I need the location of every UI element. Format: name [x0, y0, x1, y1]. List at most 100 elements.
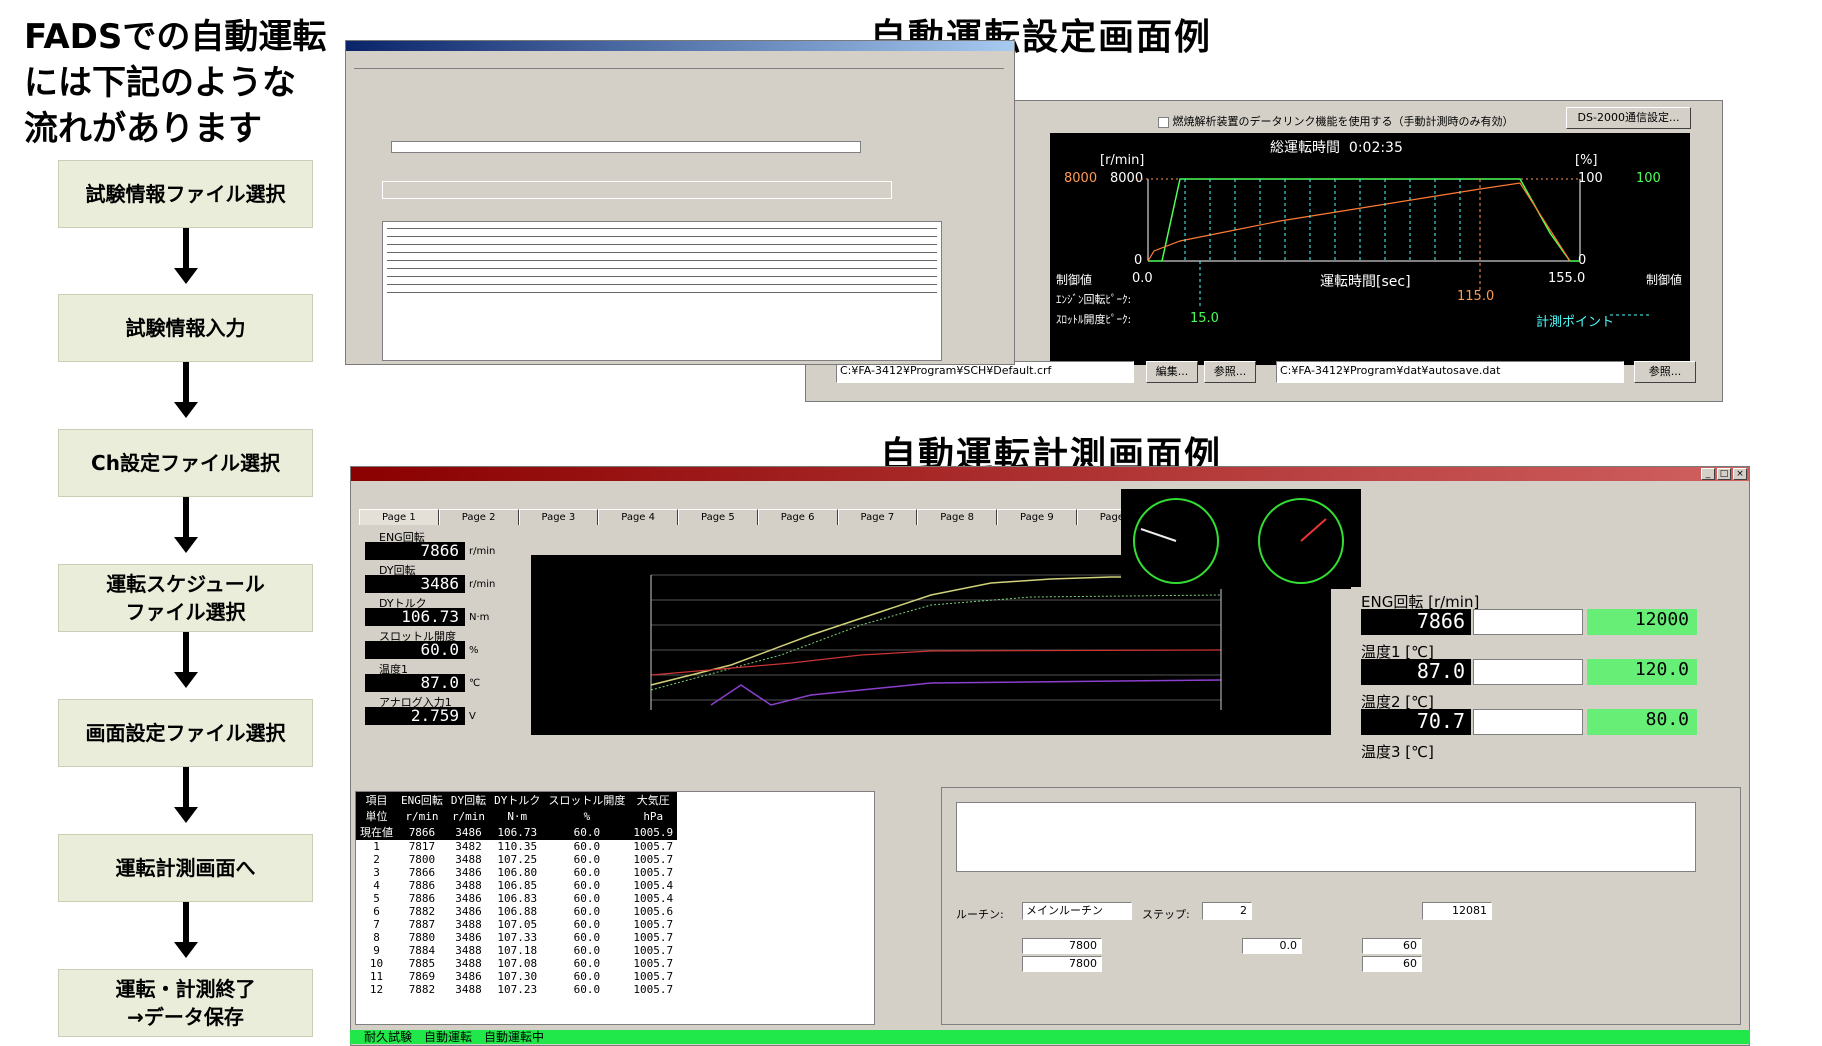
test-info-titlebar [346, 41, 1014, 51]
gauges [1133, 498, 1344, 584]
readout-target: 80.0 [1587, 709, 1697, 735]
gauge-panel [1121, 489, 1361, 589]
measure-window: _ □ × Page 1 Page 2 Page 3 Page 4 Page 5 P… [350, 466, 1750, 1046]
schedule-status-panel: ルーチン: メインルーチン ステップ: 2 12081 7800 7800 0.… [941, 787, 1741, 1025]
tab-page-7[interactable]: Page 7 [837, 509, 918, 525]
table-row[interactable]: 8 7880 3486 107.33 60.0 1005.7 [356, 931, 677, 944]
flow-arrow [174, 632, 198, 688]
tab-page-8[interactable]: Page 8 [917, 509, 997, 525]
flow-arrow [174, 362, 198, 418]
table-unit-cell: N·m [507, 809, 528, 823]
table-row[interactable]: 3 7866 3486 106.80 60.0 1005.7 [356, 866, 677, 879]
table-row[interactable]: 4 7886 3488 106.85 60.0 1005.4 [356, 879, 677, 892]
table-unit-cell: % [583, 809, 591, 823]
flow-step-1: 試験情報ファイル選択 [58, 160, 313, 228]
table-current-cell: 60.0 [573, 825, 601, 839]
flow-step-4: 運転スケジュール ファイル選択 [58, 564, 313, 632]
table-header-cell: DY回転 [450, 794, 487, 807]
readout-blank [1473, 709, 1583, 735]
channel-value: 3486 [365, 575, 465, 593]
table-row[interactable]: 6 7882 3486 106.88 60.0 1005.6 [356, 905, 677, 918]
table-row[interactable]: 11 7869 3486 107.30 60.0 1005.7 [356, 970, 677, 983]
channel-unit: r/min [469, 546, 496, 557]
combined-path-field[interactable]: C:¥FA-3412¥Program¥dat¥autosave.dat [1276, 361, 1624, 383]
channel-unit: r/min [469, 579, 496, 590]
browse-button-2[interactable]: 参照... [1634, 361, 1696, 383]
table-row[interactable]: 1 7817 3482 110.35 60.0 1005.7 [356, 840, 677, 853]
readout-label: 温度3 [℃] [1361, 743, 1434, 761]
readout-blank [1473, 609, 1583, 635]
data-table-panel: 項目 ENG回転 DY回転 DYトルク スロットル開度 大気圧 単位 r/min… [355, 791, 875, 1025]
channel-list: ENG回転 7866 r/min DY回転 3486 r/min DYトルク 1… [365, 529, 515, 727]
datalink-checkbox-label: 燃焼解析装置のデータリンク機能を使用する（手動計測時のみ有効） [1172, 115, 1514, 128]
channel-value: 106.73 [365, 608, 465, 626]
table-header-cell: 大気圧 [636, 794, 670, 807]
table-row[interactable]: 12 7882 3488 107.23 60.0 1005.7 [356, 983, 677, 996]
table-row[interactable]: 5 7886 3486 106.83 60.0 1005.4 [356, 892, 677, 905]
table-unit-cell: r/min [405, 809, 439, 823]
schedule-chart: 総運転時間 0:02:35 [r/min] [%] 8000 8000 100 … [1050, 133, 1690, 365]
readout-value: 7866 [1361, 609, 1471, 635]
flow-step-3: Ch設定ファイル選択 [58, 429, 313, 497]
channel-item: 温度1 87.0 ℃ [365, 661, 515, 694]
channel-value: 2.759 [365, 707, 465, 725]
table-row[interactable]: 7 7887 3488 107.05 60.0 1005.7 [356, 918, 677, 931]
tab-page-6[interactable]: Page 6 [757, 509, 838, 525]
control-field: 7800 [1022, 956, 1102, 972]
table-current-cell: 1005.9 [633, 825, 674, 839]
readout-panel: ENG回転 [r/min] 7866 12000 温度1 [℃] 87.0 12… [1351, 587, 1741, 777]
tab-page-3[interactable]: Page 3 [518, 509, 599, 525]
setpoint-field: 7800 [1022, 938, 1102, 954]
flow-step-5: 画面設定ファイル選択 [58, 699, 313, 767]
table-row[interactable]: 2 7800 3488 107.25 60.0 1005.7 [356, 853, 677, 866]
flow-arrow [174, 767, 198, 823]
minimize-icon[interactable]: _ [1701, 468, 1715, 480]
readout-target: 120.0 [1587, 659, 1697, 685]
step-field: 2 [1202, 902, 1252, 920]
flow-step-7: 運転・計測終了 →データ保存 [58, 969, 313, 1037]
channel-unit: N·m [469, 612, 490, 623]
channel-unit: % [469, 645, 479, 656]
maximize-icon[interactable]: □ [1717, 468, 1731, 480]
table-current-cell: 106.73 [497, 825, 538, 839]
table-unit-cell: 単位 [365, 810, 388, 823]
tab-page-9[interactable]: Page 9 [997, 509, 1077, 525]
data-table: 項目 ENG回転 DY回転 DYトルク スロットル開度 大気圧 単位 r/min… [356, 792, 678, 996]
table-row[interactable]: 10 7885 3488 107.08 60.0 1005.7 [356, 957, 677, 970]
table-row[interactable]: 9 7884 3488 107.18 60.0 1005.7 [356, 944, 677, 957]
routine-field: メインルーチン [1022, 902, 1132, 920]
table-current-cell: 3486 [455, 825, 482, 839]
close-icon[interactable]: × [1733, 468, 1747, 480]
combined-file-label: 結合データファイル名 [1280, 347, 1390, 360]
readout-value: 87.0 [1361, 659, 1471, 685]
tab-page-4[interactable]: Page 4 [598, 509, 678, 525]
readout-blank [1473, 659, 1583, 685]
flow-arrow [174, 497, 198, 553]
tab-page-2[interactable]: Page 2 [438, 509, 519, 525]
elapsed-field: 12081 [1422, 902, 1492, 920]
channel-unit: V [469, 711, 476, 722]
channel-unit: ℃ [469, 678, 481, 689]
channel-value: 7866 [365, 542, 465, 560]
readout-target: 12000 [1587, 609, 1697, 635]
ds-settings-button[interactable]: DS-2000通信設定... [1566, 107, 1691, 129]
schedule-plot [1136, 178, 1650, 316]
test-info-list [387, 228, 937, 293]
zero-field: 0.0 [1242, 938, 1302, 954]
edit-button[interactable]: 編集... [1146, 361, 1198, 383]
channel-item: DYトルク 106.73 N·m [365, 595, 515, 628]
measure-page-tabs: Page 1 Page 2 Page 3 Page 4 Page 5 Page … [359, 509, 1163, 525]
step-label: ステップ: [1142, 908, 1190, 921]
tab-page-5[interactable]: Page 5 [678, 509, 758, 525]
datalink-checkbox[interactable]: 燃焼解析装置のデータリンク機能を使用する（手動計測時のみ有効） [1158, 113, 1514, 129]
measure-window-buttons: _ □ × [1701, 468, 1747, 480]
browse-button[interactable]: 参照... [1204, 361, 1256, 383]
table-header-cell: スロットル開度 [548, 794, 626, 807]
flow-arrow [174, 902, 198, 958]
status-bar: 耐久試験 自動運転 自動運転中 [350, 1030, 1750, 1044]
channel-item: スロットル開度 60.0 % [365, 628, 515, 661]
flow-arrow [174, 228, 198, 284]
throttle-ctrl-field: 60 [1362, 956, 1422, 972]
tab-page-1[interactable]: Page 1 [359, 509, 439, 525]
measure-titlebar [351, 467, 1749, 481]
